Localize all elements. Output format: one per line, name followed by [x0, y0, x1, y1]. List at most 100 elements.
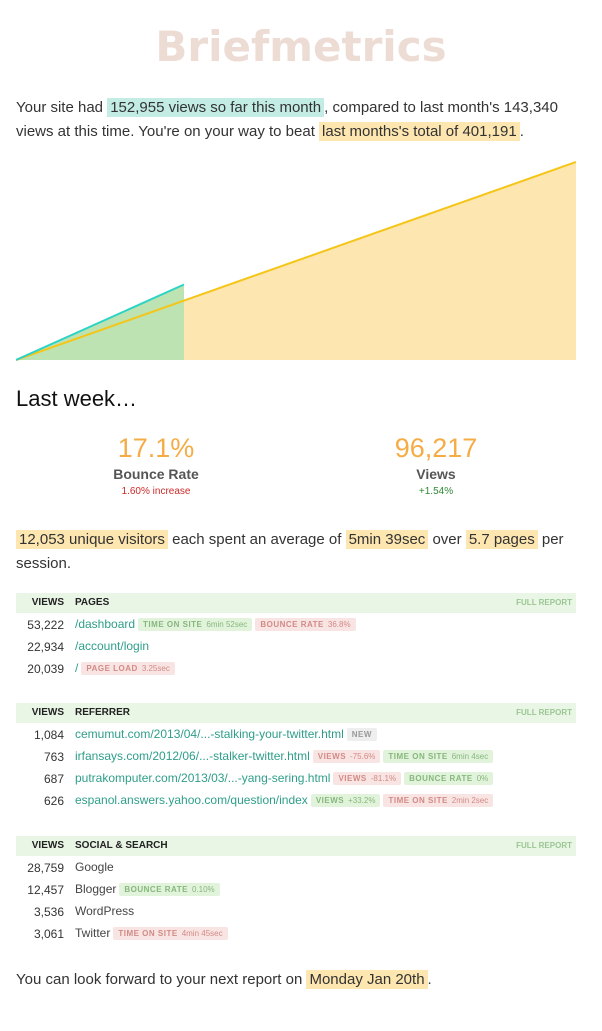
metric-badge-value: 0.10% — [191, 885, 215, 894]
views-column-header: VIEWS — [31, 840, 64, 851]
metric-badge-name: BOUNCE RATE — [409, 774, 473, 783]
last-week-title: Last week… — [16, 386, 138, 411]
row-link[interactable]: / — [75, 661, 78, 675]
social-search-table: VIEWS SOCIAL & SEARCH FULL REPORT 28,759 Goo… — [16, 836, 576, 944]
social-table-header: VIEWS SOCIAL & SEARCH FULL REPORT — [16, 836, 576, 856]
row-label-cell: /account/login — [75, 639, 149, 653]
brand-logo: Briefmetrics — [155, 22, 447, 71]
summary-text-1: each spent an average of — [167, 531, 346, 548]
intro-text-3: . — [519, 123, 524, 140]
metric-badge-value: +33.2% — [348, 796, 376, 805]
pages-per-session-highlight: 5.7 pages — [465, 530, 538, 549]
metric-badge: VIEWS -81.1% — [333, 772, 402, 785]
table-row: 3,536 WordPress — [16, 900, 576, 922]
metric-badge-name: BOUNCE RATE — [124, 885, 188, 894]
footer-text-2: . — [427, 971, 432, 988]
metric-badge-value: 6min 52sec — [206, 620, 248, 629]
row-label-cell: putrakomputer.com/2013/03/...-yang-serin… — [75, 771, 494, 785]
full-report-link[interactable]: FULL REPORT — [516, 708, 572, 717]
row-views-count: 20,039 — [27, 662, 64, 676]
summary-paragraph: 12,053 unique visitors each spent an ave… — [16, 528, 586, 576]
row-source-name: Twitter — [75, 926, 111, 940]
row-views-count: 3,536 — [33, 905, 64, 919]
row-label-cell: Twitter TIME ON SITE 4min 45sec — [75, 926, 228, 940]
footer-paragraph: You can look forward to your next report… — [16, 968, 432, 992]
table-row: 687 putrakomputer.com/2013/03/...-yang-se… — [16, 767, 576, 789]
intro-paragraph: Your site had 152,955 views so far this … — [16, 96, 586, 144]
table-row: 20,039/PAGE LOAD 3.25sec — [16, 657, 576, 679]
metric-badge-value: -75.6% — [350, 752, 376, 761]
row-label-cell: /dashboard TIME ON SITE 6min 52sec BOUNCE R… — [75, 617, 356, 631]
referrer-table: VIEWS REFERRER FULL REPORT 1,084 cemumut.com… — [16, 703, 576, 811]
full-report-link[interactable]: FULL REPORT — [516, 841, 572, 850]
metric-badge: NEW — [346, 728, 377, 741]
row-label-cell: Blogger BOUNCE RATE 0.10% — [75, 882, 220, 896]
views-label: Views — [416, 466, 456, 482]
views-change: +1.54% — [418, 486, 454, 497]
row-views-count: 763 — [43, 750, 64, 764]
row-views-count: 687 — [43, 772, 64, 786]
row-views-count: 28,759 — [27, 861, 64, 875]
referrer-column-header: REFERRER — [75, 707, 131, 718]
metric-badge-name: VIEWS — [317, 752, 347, 761]
row-source-name: WordPress — [75, 904, 135, 918]
table-row: 12,457 Blogger BOUNCE RATE 0.10% — [16, 878, 576, 900]
row-link[interactable]: /dashboard — [75, 617, 135, 631]
intro-text-1: Your site had — [16, 99, 108, 116]
social-column-header: SOCIAL & SEARCH — [75, 840, 168, 851]
row-link[interactable]: /account/login — [75, 639, 149, 653]
views-so-far-highlight: 152,955 views so far this month — [107, 98, 325, 117]
metric-badge-value: 4min 45sec — [181, 929, 223, 938]
metric-badge-value: 0% — [476, 774, 489, 783]
row-label-cell: / PAGE LOAD 3.25sec — [75, 661, 175, 675]
last-month-total-highlight: last months's total of 401,191 — [319, 122, 520, 141]
row-views-count: 53,222 — [27, 618, 64, 632]
metric-badge-name: VIEWS — [338, 774, 367, 783]
table-row: 53,222/dashboard TIME ON SITE 6min 52sec BO… — [16, 613, 576, 635]
table-row: 626 espanol.answers.yahoo.com/question/in… — [16, 789, 576, 811]
summary-text-2: over — [428, 531, 466, 548]
row-link[interactable]: putrakomputer.com/2013/03/...-yang-serin… — [75, 771, 330, 785]
table-row: 1,084 cemumut.com/2013/04/...-stalking-yo… — [16, 723, 576, 745]
row-source-name: Google — [75, 860, 114, 874]
metric-badge-name: BOUNCE RATE — [260, 620, 324, 629]
pages-table: VIEWS PAGES FULL REPORT 53,222/dashboard TIM… — [16, 593, 576, 679]
row-views-count: 1,084 — [33, 728, 64, 742]
row-views-count: 22,934 — [27, 640, 64, 654]
metric-badge: VIEWS -75.6% — [312, 750, 381, 763]
views-column-header: VIEWS — [31, 597, 64, 608]
row-label-cell: cemumut.com/2013/04/...-stalking-your-tw… — [75, 727, 377, 741]
bounce-rate-stat: 17.1% Bounce Rate 1.60% increase — [56, 432, 256, 497]
row-link[interactable]: cemumut.com/2013/04/...-stalking-your-tw… — [75, 727, 344, 741]
row-link[interactable]: espanol.answers.yahoo.com/question/index — [75, 793, 308, 807]
next-report-date-highlight: Monday Jan 20th — [306, 970, 428, 989]
metric-badge-name: TIME ON SITE — [388, 752, 448, 761]
row-source-name: Blogger — [75, 882, 117, 896]
metric-badge-name: VIEWS — [315, 796, 345, 805]
metric-badge: BOUNCE RATE 0% — [404, 772, 494, 785]
metric-badge: TIME ON SITE 6min 4sec — [383, 750, 494, 763]
row-label-cell: WordPress — [75, 904, 134, 918]
footer-text-1: You can look forward to your next report… — [16, 971, 307, 988]
metric-badge: VIEWS +33.2% — [310, 794, 381, 807]
pages-table-header: VIEWS PAGES FULL REPORT — [16, 593, 576, 613]
metric-badge-value: 2min 2sec — [451, 796, 489, 805]
views-column-header: VIEWS — [31, 707, 64, 718]
metric-badge-value: 6min 4sec — [451, 752, 489, 761]
full-report-link[interactable]: FULL REPORT — [516, 598, 572, 607]
avg-time-highlight: 5min 39sec — [345, 530, 429, 549]
metric-badge: PAGE LOAD 3.25sec — [81, 662, 175, 675]
views-stat: 96,217 Views +1.54% — [336, 432, 536, 497]
row-link[interactable]: irfansays.com/2012/06/...-stalker-twitte… — [75, 749, 310, 763]
table-row: 763 irfansays.com/2012/06/...-stalker-twi… — [16, 745, 576, 767]
pages-column-header: PAGES — [75, 597, 110, 608]
table-row: 22,934/account/login — [16, 635, 576, 657]
table-row: 28,759 Google — [16, 856, 576, 878]
metric-badge: BOUNCE RATE 36.8% — [255, 618, 356, 631]
metric-badge: TIME ON SITE 2min 2sec — [383, 794, 494, 807]
row-views-count: 626 — [43, 794, 64, 808]
views-area-chart — [16, 161, 576, 361]
metric-badge: TIME ON SITE 6min 52sec — [138, 618, 253, 631]
metric-badge: BOUNCE RATE 0.10% — [119, 883, 220, 896]
metric-badge-name: TIME ON SITE — [118, 929, 178, 938]
